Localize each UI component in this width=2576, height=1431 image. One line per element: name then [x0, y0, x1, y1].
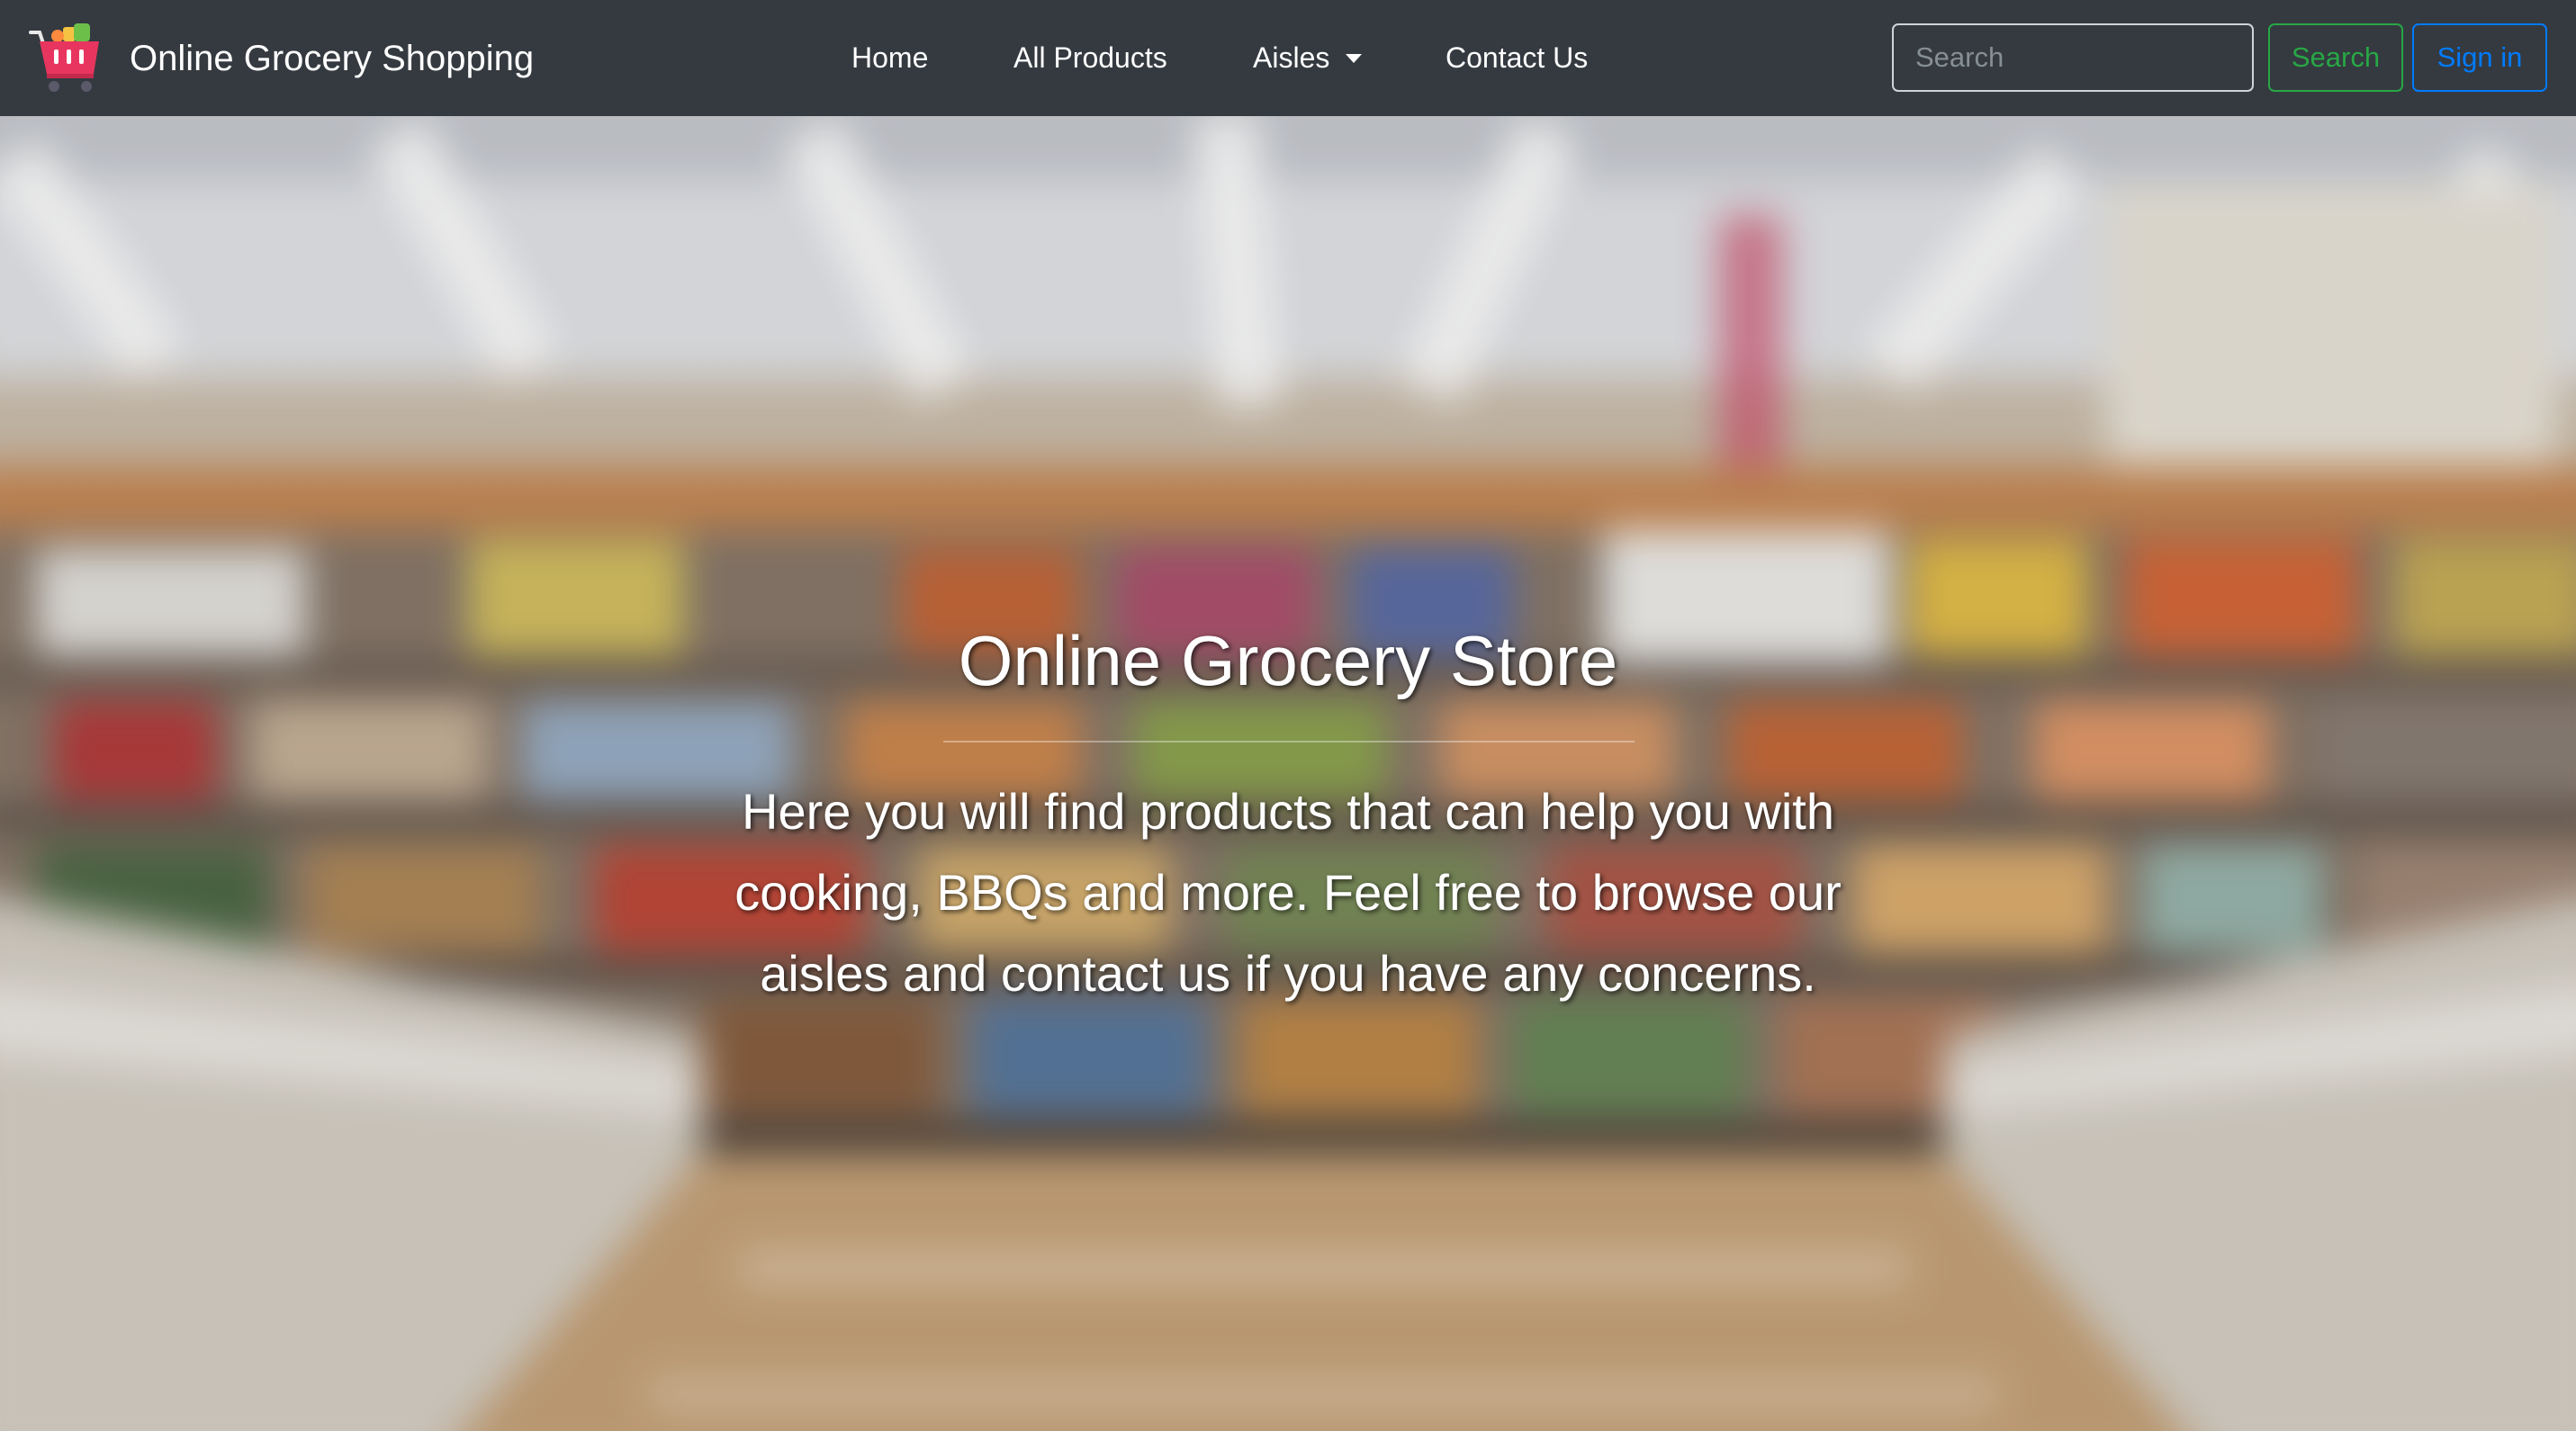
nav-home[interactable]: Home [851, 0, 928, 116]
nav-aisles-dropdown[interactable]: Aisles [1253, 0, 1363, 116]
navbar: Online Grocery Shopping Home All Product… [0, 0, 2576, 116]
nav-all-products[interactable]: All Products [1013, 0, 1167, 116]
nav-aisles-label: Aisles [1253, 41, 1330, 74]
hero-lead-text: Here you will find products that can hel… [734, 783, 1842, 1002]
hero-divider [943, 741, 1635, 742]
hero-section: Online Grocery Store Here you will find … [0, 116, 2576, 1431]
sign-in-button[interactable]: Sign in [2412, 23, 2547, 92]
hero-title: Online Grocery Store [958, 621, 1618, 700]
search-button[interactable]: Search [2268, 23, 2403, 92]
search-input[interactable] [1892, 23, 2254, 92]
page: Online Grocery Shopping Home All Product… [0, 0, 2576, 1431]
chevron-down-icon [1346, 54, 1363, 63]
nav-contact-us[interactable]: Contact Us [1446, 0, 1588, 116]
